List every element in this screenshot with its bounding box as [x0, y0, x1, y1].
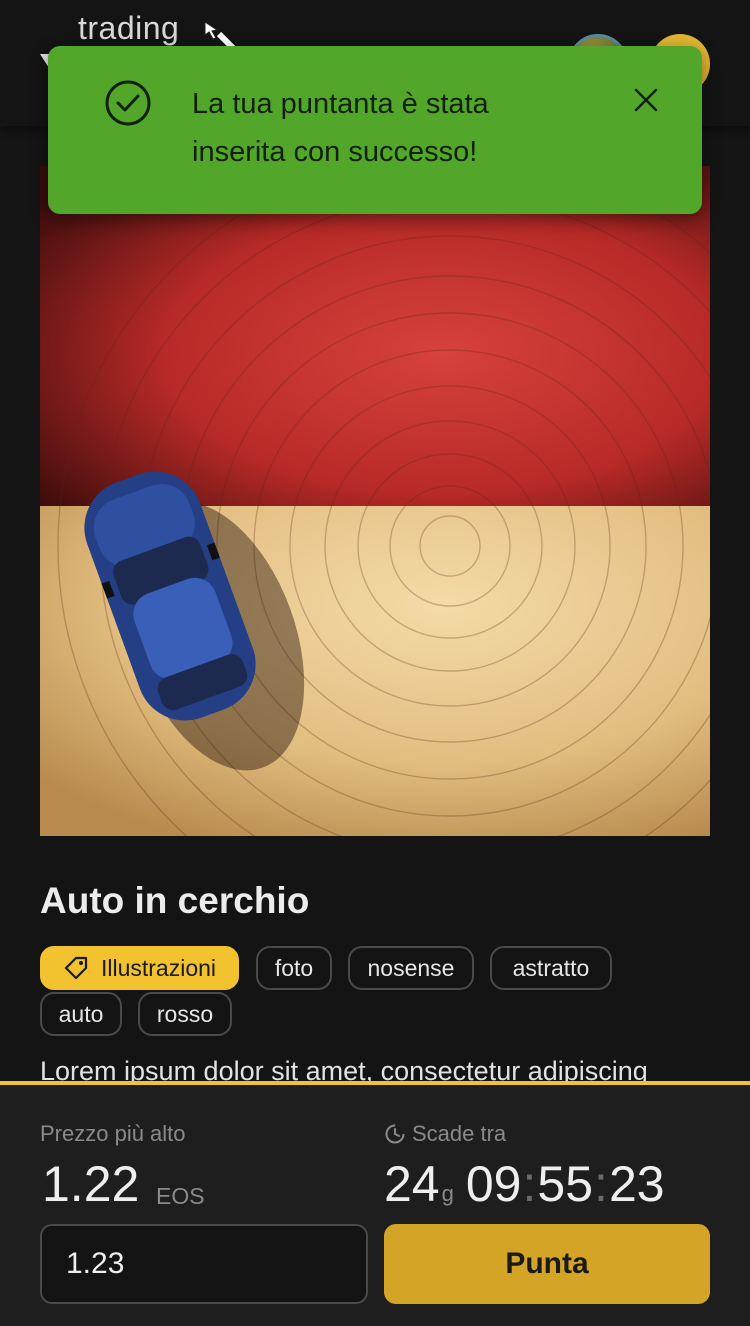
clock-icon — [385, 1124, 405, 1144]
countdown-seconds: 23 — [608, 1156, 665, 1212]
countdown-timer: 24 g 09 : 55 : 23 — [384, 1155, 665, 1213]
expires-label: Scade tra — [412, 1121, 507, 1146]
check-circle-icon — [105, 80, 151, 126]
countdown-minutes: 55 — [537, 1156, 594, 1212]
countdown-hours: 09 — [465, 1156, 522, 1212]
toast-message: La tua puntanta è stata inserita con suc… — [192, 88, 489, 168]
logo-text[interactable]: trading — [78, 10, 179, 47]
tag-icon — [63, 955, 89, 981]
artwork-image[interactable] — [40, 166, 710, 836]
bid-button[interactable]: Punta — [384, 1224, 710, 1304]
highest-price-label: Prezzo più alto — [40, 1121, 186, 1146]
countdown-days-unit: g — [441, 1181, 454, 1206]
tag-chip[interactable]: foto — [256, 946, 332, 990]
tag-chip[interactable]: auto — [40, 992, 122, 1036]
tag-chip[interactable]: astratto — [490, 946, 612, 990]
tag-chip[interactable]: nosense — [348, 946, 474, 990]
bid-amount-input[interactable] — [40, 1224, 368, 1304]
countdown-separator: : — [594, 1156, 608, 1212]
highest-price-value: 1.22 — [42, 1156, 140, 1212]
category-label: Illustrazioni — [100, 954, 217, 981]
close-icon[interactable] — [632, 86, 660, 114]
countdown-days: 24 — [384, 1156, 440, 1212]
countdown-separator: : — [522, 1156, 537, 1212]
success-toast: La tua puntanta è stata inserita con suc… — [48, 46, 702, 214]
tag-chip[interactable]: rosso — [138, 992, 232, 1036]
expires-label-row: Scade tra — [384, 1121, 506, 1147]
bid-panel: Prezzo più alto 1.22 EOS Scade tra 24 g … — [0, 1081, 750, 1326]
currency-unit: EOS — [156, 1183, 205, 1209]
artwork-title: Auto in cerchio — [40, 880, 310, 921]
category-tag[interactable]: Illustrazioni — [40, 946, 239, 990]
